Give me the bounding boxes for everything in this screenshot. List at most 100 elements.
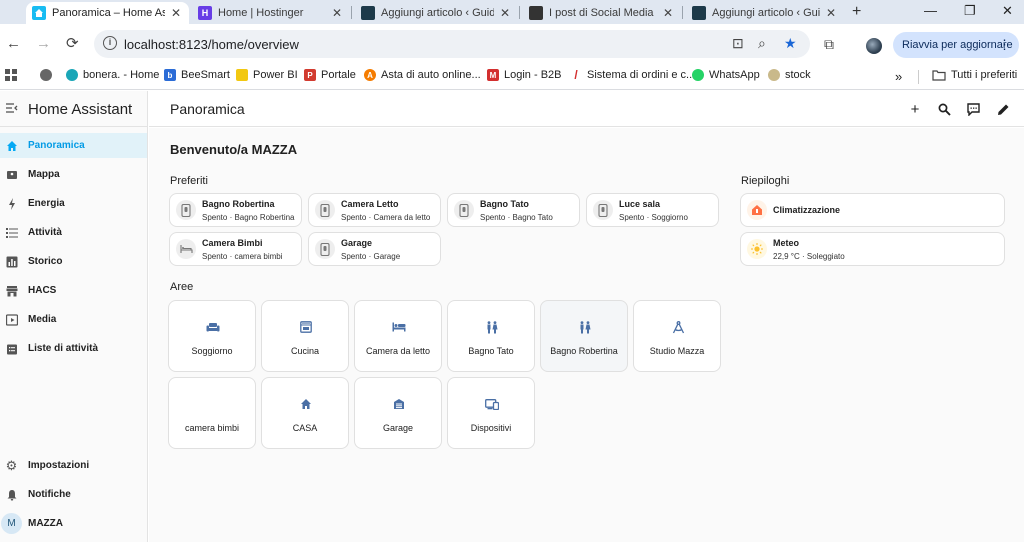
sidebar-item-storico[interactable]: Storico <box>0 249 147 274</box>
favorite-tile-camera-bimbi[interactable]: Camera Bimbi Spento · camera bimbi <box>169 232 302 266</box>
area-card-casa[interactable]: CASA <box>261 377 349 449</box>
tile-name: Luce sala <box>619 199 661 209</box>
browser-tab-article[interactable]: Aggiungi articolo ‹ Guida ✕ <box>355 2 518 24</box>
bookmark-beesmart[interactable]: b BeeSmart <box>164 69 230 81</box>
browser-tab-article-2[interactable]: Aggiungi articolo ‹ Guida ✕ <box>686 2 844 24</box>
bookmark-portale[interactable]: P Portale <box>304 69 356 81</box>
reload-icon[interactable]: ⟳ <box>66 36 79 52</box>
site-icon <box>692 6 706 20</box>
forward-icon[interactable]: → <box>36 36 51 52</box>
sidebar-item-liste[interactable]: Liste di attività <box>0 336 147 361</box>
tile-state: Spento · Camera da letto <box>341 213 431 222</box>
close-tab-icon[interactable]: ✕ <box>332 6 344 20</box>
bonera-icon <box>66 69 78 81</box>
tile-state: Spento · Bagno Robertina <box>202 213 295 222</box>
area-card-cucina[interactable]: Cucina <box>261 300 349 372</box>
bookmark-asta[interactable]: A Asta di auto online... <box>364 69 481 81</box>
all-bookmarks[interactable]: Tutti i preferiti <box>932 69 1017 81</box>
browser-tab-social[interactable]: I post di Social Media ‹ T ✕ <box>523 2 681 24</box>
user-name: MAZZA <box>28 518 63 529</box>
stock-icon <box>768 69 780 81</box>
sidebar-item-panoramica[interactable]: Panoramica <box>0 133 147 158</box>
summary-tile-meteo[interactable]: Meteo 22,9 °C · Soleggiato <box>740 232 1005 266</box>
switch-icon <box>315 200 335 220</box>
bookmarks-bar: bonera. - Home b BeeSmart Power BI P Por… <box>0 64 1024 90</box>
more-bookmarks-icon[interactable]: » <box>895 69 902 84</box>
add-icon[interactable]: + <box>907 101 923 118</box>
area-card-camera-da-letto[interactable]: Camera da letto <box>354 300 442 372</box>
tile-state: Spento · Soggiorno <box>619 213 688 222</box>
close-tab-icon[interactable]: ✕ <box>171 6 183 20</box>
install-app-icon[interactable]: ⊡ <box>732 35 744 52</box>
sidebar-item-media[interactable]: Media <box>0 307 147 332</box>
minimize-icon[interactable]: — <box>924 3 937 18</box>
favorite-tile-luce-sala[interactable]: Luce sala Spento · Soggiorno <box>586 193 719 227</box>
folder-icon <box>932 70 946 81</box>
favorite-tile-garage[interactable]: Garage Spento · Garage <box>308 232 441 266</box>
browser-tab-home-assistant[interactable]: Panoramica – Home Assis ✕ <box>26 2 189 24</box>
profile-avatar[interactable] <box>866 38 882 54</box>
bookmark-bonera[interactable]: bonera. - Home <box>66 69 159 81</box>
browser-tab-hostinger[interactable]: H Home | Hostinger ✕ <box>192 2 350 24</box>
sidebar-item-label: Energia <box>28 198 65 209</box>
bookmark-label: Portale <box>321 69 356 81</box>
address-bar[interactable]: i localhost:8123/home/overview ⊡ ⌕ ★ <box>94 30 810 58</box>
back-icon[interactable]: ← <box>6 36 21 52</box>
tab-separator <box>682 6 683 19</box>
hostinger-icon: H <box>198 6 212 20</box>
sidebar-item-energia[interactable]: Energia <box>0 191 147 216</box>
bed-icon <box>391 319 407 335</box>
favorite-tile-bagno-tato[interactable]: Bagno Tato Spento · Bagno Tato <box>447 193 580 227</box>
bookmark-stock[interactable]: stock <box>768 69 811 81</box>
home-icon <box>5 139 18 152</box>
extensions-icon[interactable]: ⧉ <box>824 36 834 53</box>
close-tab-icon[interactable]: ✕ <box>663 6 675 20</box>
update-button[interactable]: Riavvia per aggiornare ⋮ <box>893 32 1019 58</box>
zoom-icon[interactable]: ⌕ <box>758 35 766 52</box>
bookmark-star-icon[interactable]: ★ <box>784 35 797 52</box>
bookmark-label: WhatsApp <box>709 69 760 81</box>
sidebar-item-mappa[interactable]: Mappa <box>0 162 147 187</box>
edit-pencil-icon[interactable] <box>995 101 1011 117</box>
area-name: CASA <box>292 423 318 433</box>
area-card-camera-bimbi[interactable]: camera bimbi <box>168 377 256 449</box>
sidebar-item-user[interactable]: M MAZZA <box>0 511 147 536</box>
sidebar-item-attivita[interactable]: Attività <box>0 220 147 245</box>
bookmark-sistema-ordini[interactable]: / Sistema di ordini e c... <box>570 68 695 82</box>
sistema-icon: / <box>574 68 578 82</box>
bookmark-powerbi[interactable]: Power BI <box>236 69 298 81</box>
area-card-garage[interactable]: Garage <box>354 377 442 449</box>
sidebar-toggle-icon[interactable] <box>6 102 18 116</box>
close-window-icon[interactable]: ✕ <box>1002 3 1013 19</box>
sidebar-item-notifiche[interactable]: Notifiche <box>0 482 147 507</box>
area-name: Bagno Robertina <box>550 346 618 356</box>
bookmark-whatsapp[interactable]: WhatsApp <box>692 69 760 81</box>
area-card-studio-mazza[interactable]: Studio Mazza <box>633 300 721 372</box>
area-card-bagno-robertina[interactable]: Bagno Robertina <box>540 300 628 372</box>
house-icon <box>298 396 314 412</box>
lightning-icon <box>5 197 18 210</box>
favorite-tile-camera-letto[interactable]: Camera Letto Spento · Camera da letto <box>308 193 441 227</box>
summary-tile-climatizzazione[interactable]: Climatizzazione <box>740 193 1005 227</box>
area-card-dispositivi[interactable]: Dispositivi <box>447 377 535 449</box>
sidebar-item-hacs[interactable]: HACS <box>0 278 147 303</box>
search-icon[interactable] <box>936 101 952 117</box>
new-tab-icon[interactable]: + <box>852 3 861 21</box>
area-name: Garage <box>382 423 414 433</box>
area-card-bagno-tato[interactable]: Bagno Tato <box>447 300 535 372</box>
apps-icon[interactable] <box>5 69 17 81</box>
thermostat-icon <box>747 200 767 220</box>
assist-chat-icon[interactable] <box>965 101 981 117</box>
sidebar-item-impostazioni[interactable]: ⚙ Impostazioni <box>0 453 147 478</box>
close-tab-icon[interactable]: ✕ <box>826 6 838 20</box>
globe-icon[interactable] <box>40 69 52 81</box>
toilet-icon <box>484 319 500 335</box>
more-menu-icon[interactable]: ⋮ <box>998 37 1011 53</box>
site-info-icon[interactable]: i <box>103 36 117 50</box>
area-card-soggiorno[interactable]: Soggiorno <box>168 300 256 372</box>
bookmark-login-b2b[interactable]: M Login - B2B <box>487 69 561 81</box>
summaries-heading: Riepiloghi <box>741 175 790 187</box>
favorite-tile-bagno-robertina[interactable]: Bagno Robertina Spento · Bagno Robertina <box>169 193 302 227</box>
restore-icon[interactable]: ❐ <box>964 3 976 19</box>
close-tab-icon[interactable]: ✕ <box>500 6 512 20</box>
